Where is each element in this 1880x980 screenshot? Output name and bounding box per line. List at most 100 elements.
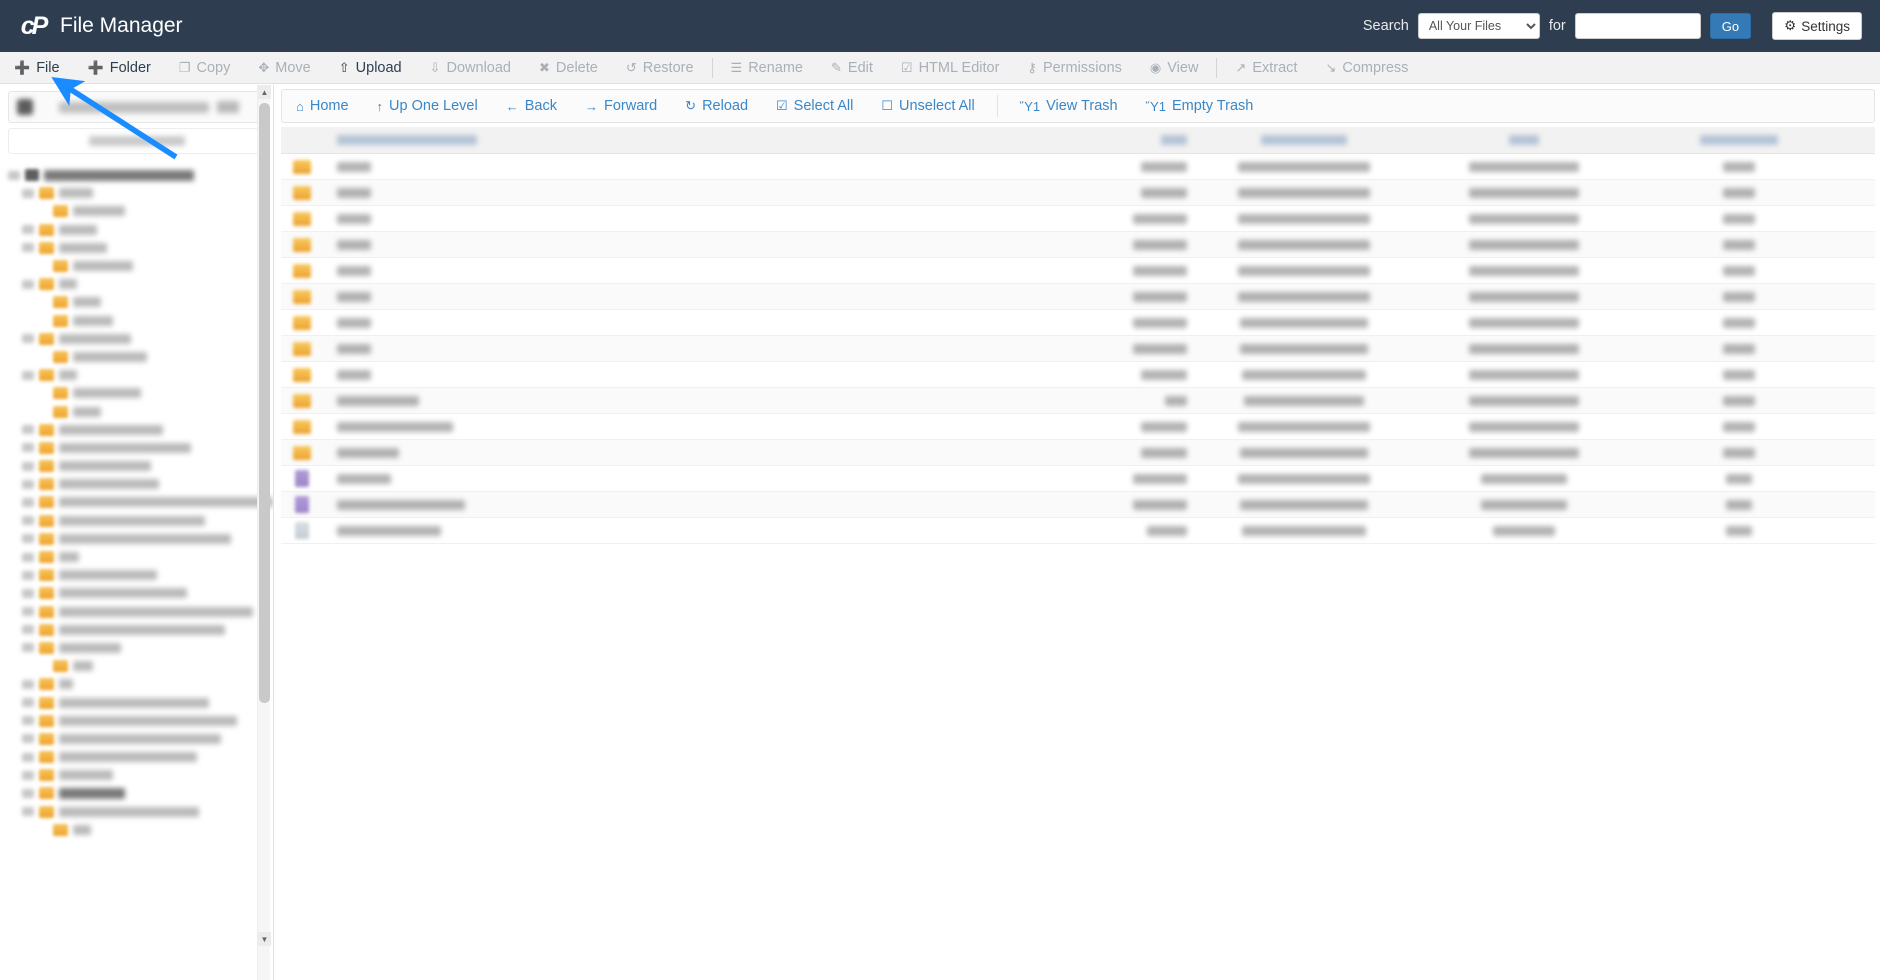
tree-node[interactable] xyxy=(0,475,273,493)
tree-node[interactable] xyxy=(0,366,273,384)
sidebar-path-go-button[interactable] xyxy=(217,101,239,113)
chevron-right-icon[interactable] xyxy=(22,225,34,235)
tree-node[interactable] xyxy=(0,693,273,711)
directory-tree-sidebar[interactable]: ▲ ▼ xyxy=(0,85,274,980)
chevron-right-icon[interactable] xyxy=(22,552,34,562)
tree-node[interactable] xyxy=(0,766,273,784)
tree-node[interactable] xyxy=(0,257,273,275)
chevron-right-icon[interactable] xyxy=(22,734,34,744)
tree-node[interactable] xyxy=(0,748,273,766)
chevron-right-icon[interactable] xyxy=(22,607,34,617)
tree-node[interactable] xyxy=(0,166,273,184)
tree-node[interactable] xyxy=(0,239,273,257)
search-scope-select[interactable]: All Your Files xyxy=(1417,13,1540,39)
tree-node[interactable] xyxy=(0,330,273,348)
search-go-button[interactable]: Go xyxy=(1709,13,1752,39)
chevron-right-icon[interactable] xyxy=(22,679,34,689)
toolbar-upload-button[interactable]: ⇧ Upload xyxy=(325,52,416,84)
table-row[interactable] xyxy=(281,362,1875,388)
toolbar-file-button[interactable]: ➕ File xyxy=(0,52,74,84)
chevron-right-icon[interactable] xyxy=(22,716,34,726)
column-header-name[interactable] xyxy=(323,135,1081,145)
chevron-right-icon[interactable] xyxy=(22,516,34,526)
chevron-right-icon[interactable] xyxy=(22,752,34,762)
table-row[interactable] xyxy=(281,180,1875,206)
chevron-right-icon[interactable] xyxy=(8,170,20,180)
tree-node[interactable] xyxy=(0,312,273,330)
tree-node[interactable] xyxy=(0,639,273,657)
sidebar-scrollbar-thumb[interactable] xyxy=(259,103,270,703)
table-row[interactable] xyxy=(281,206,1875,232)
chevron-right-icon[interactable] xyxy=(22,788,34,798)
tree-node[interactable] xyxy=(0,512,273,530)
table-row[interactable] xyxy=(281,232,1875,258)
tree-node[interactable] xyxy=(0,566,273,584)
chevron-right-icon[interactable] xyxy=(22,625,34,635)
tree-node[interactable] xyxy=(0,603,273,621)
table-row[interactable] xyxy=(281,336,1875,362)
tree-node[interactable] xyxy=(0,184,273,202)
nav-forward-button[interactable]: → Forward xyxy=(571,89,671,123)
tree-node[interactable] xyxy=(0,384,273,402)
chevron-right-icon[interactable] xyxy=(22,370,34,380)
nav-up-one-level-button[interactable]: ↑ Up One Level xyxy=(363,89,492,123)
tree-node[interactable] xyxy=(0,275,273,293)
scroll-down-icon[interactable]: ▼ xyxy=(258,932,271,946)
chevron-right-icon[interactable] xyxy=(22,188,34,198)
table-row[interactable] xyxy=(281,414,1875,440)
tree-node[interactable] xyxy=(0,439,273,457)
chevron-right-icon[interactable] xyxy=(22,443,34,453)
nav-view-trash-button[interactable]: Ὕ1 View Trash xyxy=(1006,89,1132,123)
chevron-right-icon[interactable] xyxy=(22,534,34,544)
collapse-all-button[interactable] xyxy=(8,128,265,154)
nav-unselect-all-button[interactable]: ☐ Unselect All xyxy=(867,89,988,123)
tree-node[interactable] xyxy=(0,548,273,566)
tree-node[interactable] xyxy=(0,712,273,730)
tree-node[interactable] xyxy=(0,348,273,366)
tree-node[interactable] xyxy=(0,293,273,311)
table-row[interactable] xyxy=(281,440,1875,466)
chevron-right-icon[interactable] xyxy=(22,425,34,435)
column-header-size[interactable] xyxy=(1081,135,1199,145)
chevron-right-icon[interactable] xyxy=(22,570,34,580)
table-row[interactable] xyxy=(281,154,1875,180)
nav-empty-trash-button[interactable]: Ὕ1 Empty Trash xyxy=(1132,89,1268,123)
chevron-right-icon[interactable] xyxy=(22,461,34,471)
chevron-right-icon[interactable] xyxy=(22,643,34,653)
chevron-right-icon[interactable] xyxy=(22,698,34,708)
chevron-right-icon[interactable] xyxy=(22,807,34,817)
column-header-last-modified[interactable] xyxy=(1199,135,1409,145)
tree-node[interactable] xyxy=(0,530,273,548)
table-row[interactable] xyxy=(281,466,1875,492)
nav-home-button[interactable]: ⌂ Home xyxy=(282,89,363,123)
tree-node[interactable] xyxy=(0,421,273,439)
tree-node[interactable] xyxy=(0,402,273,420)
nav-select-all-button[interactable]: ☑ Select All xyxy=(762,89,867,123)
tree-node[interactable] xyxy=(0,657,273,675)
tree-node[interactable] xyxy=(0,730,273,748)
tree-node[interactable] xyxy=(0,493,273,511)
column-header-permissions[interactable] xyxy=(1639,135,1839,145)
tree-node[interactable] xyxy=(0,221,273,239)
tree-node[interactable] xyxy=(0,621,273,639)
chevron-right-icon[interactable] xyxy=(22,279,34,289)
nav-reload-button[interactable]: ↻ Reload xyxy=(671,89,762,123)
settings-button[interactable]: ⚙ Settings xyxy=(1772,12,1862,40)
tree-node[interactable] xyxy=(0,803,273,821)
search-input[interactable] xyxy=(1574,13,1701,39)
folder-tree[interactable] xyxy=(0,166,273,839)
chevron-right-icon[interactable] xyxy=(22,770,34,780)
table-row[interactable] xyxy=(281,492,1875,518)
chevron-right-icon[interactable] xyxy=(22,479,34,489)
tree-node[interactable] xyxy=(0,821,273,839)
table-row[interactable] xyxy=(281,310,1875,336)
nav-back-button[interactable]: ← Back xyxy=(492,89,571,123)
tree-node[interactable] xyxy=(0,457,273,475)
tree-node[interactable] xyxy=(0,784,273,802)
table-row[interactable] xyxy=(281,518,1875,544)
tree-node[interactable] xyxy=(0,584,273,602)
file-table-body[interactable] xyxy=(281,154,1875,544)
sidebar-scrollbar[interactable]: ▲ ▼ xyxy=(257,85,271,980)
scroll-up-icon[interactable]: ▲ xyxy=(258,85,271,99)
chevron-right-icon[interactable] xyxy=(22,243,34,253)
